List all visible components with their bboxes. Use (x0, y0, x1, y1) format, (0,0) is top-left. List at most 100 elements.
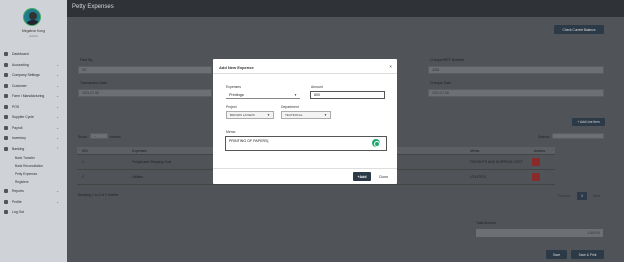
show-label: Show (78, 135, 87, 139)
add-button[interactable]: +Add (353, 172, 371, 181)
chevron-down-icon: ⌄ (56, 62, 59, 67)
next-page-button[interactable]: Next (589, 192, 604, 200)
project-select[interactable]: BROWN LAYERS ▼ (226, 111, 274, 119)
chevron-down-icon: ⌄ (56, 104, 59, 109)
department-select-value: TECHNICAL (285, 113, 303, 117)
close-button[interactable]: Close (375, 172, 392, 181)
sidebar-item-logout[interactable]: Log Out (0, 207, 67, 218)
sidebar-item-label: Profile (12, 199, 22, 204)
chevron-down-icon: ⌄ (94, 134, 97, 138)
save-button[interactable]: Save (546, 250, 567, 259)
cheque-date-field[interactable]: 2021-07-06 (428, 89, 604, 97)
memo-label: Memo (226, 130, 236, 134)
sidebar-item-dashboard[interactable]: Dashboard (0, 49, 67, 60)
delete-icon[interactable] (532, 158, 540, 166)
expenses-label: Expenses (226, 85, 241, 89)
sidebar-item-label: Supplier Cycle (12, 115, 34, 120)
inventory-icon (4, 136, 8, 141)
caret-down-icon: ▼ (324, 113, 327, 117)
sidebar-item-customer[interactable]: Customer ⌄ (0, 81, 67, 92)
total-amount-field: 1,800.00 (476, 229, 603, 237)
farm-icon (4, 94, 8, 99)
chevron-down-icon: ⌄ (56, 83, 59, 88)
entries-select[interactable]: ⌄ (90, 133, 108, 139)
sidebar-item-label: Dashboard (12, 52, 29, 57)
page-1-button[interactable]: 1 (577, 192, 587, 200)
transaction-date-label: Transaction Date (80, 81, 108, 85)
paid-by-field[interactable]: SS (78, 66, 212, 74)
page-title: Petty Expenses (72, 4, 114, 10)
column-header: Actions (534, 148, 546, 153)
column-header[interactable]: Memo (470, 149, 530, 153)
check-balance-button[interactable]: Check Current Balance (554, 25, 604, 34)
chevron-up-icon: ⌃ (56, 146, 59, 151)
column-header[interactable]: Expenses (132, 149, 147, 153)
sidebar-item-label: Payroll (12, 125, 23, 130)
sidebar-item-supplier-cycle[interactable]: Supplier Cycle ⌄ (0, 112, 67, 123)
expenses-select-value: Printings (229, 92, 244, 97)
search-label: Search: (538, 135, 551, 139)
amount-label: Amount (311, 85, 323, 89)
customer-icon (4, 83, 8, 88)
avatar[interactable] (23, 8, 41, 26)
grammarly-icon[interactable] (372, 139, 380, 147)
reports-icon (4, 189, 8, 194)
chevron-down-icon: ⌄ (56, 115, 59, 120)
top-bar (67, 0, 624, 17)
sidebar-subitem-bank-reconciliation[interactable]: Bank Reconciliation (0, 162, 67, 170)
chevron-down-icon: ⌄ (56, 125, 59, 130)
sidebar-item-payroll[interactable]: Payroll ⌄ (0, 123, 67, 134)
total-amount-label: Total Amount (476, 221, 496, 225)
sidebar-item-label: Accounting (12, 62, 29, 67)
close-icon[interactable]: × (389, 64, 392, 69)
table-info: Showing 1 to 2 of 2 entries (78, 193, 119, 197)
project-select-value: BROWN LAYERS (230, 113, 255, 117)
sidebar-subitem-registers[interactable]: Registers (0, 178, 67, 186)
payroll-icon (4, 125, 8, 130)
row-expense: Utilities (132, 175, 143, 179)
modal-title: Add New Expense (219, 65, 254, 70)
search-input[interactable] (552, 133, 604, 139)
expenses-select[interactable]: Printings ▼ (226, 91, 300, 99)
caret-down-icon: ▼ (294, 92, 297, 97)
sidebar-item-label: Banking (12, 146, 25, 151)
row-sn: 2 (82, 175, 84, 179)
save-print-button[interactable]: Save & Print (571, 250, 604, 259)
sidebar-subitem-petty-expenses[interactable]: Petty Expenses (0, 170, 67, 178)
row-memo: FREIGHTS AND SHIPPING COST (470, 160, 523, 164)
delete-icon[interactable] (532, 173, 540, 181)
bank-icon (4, 146, 8, 151)
sidebar-item-reports[interactable]: Reports ⌄ (0, 186, 67, 197)
supplier-icon (4, 115, 8, 120)
sidebar-subitem-bank-transfer[interactable]: Bank Transfer (0, 154, 67, 162)
previous-page-button[interactable]: Previous (554, 192, 574, 200)
caret-down-icon: ▼ (267, 113, 270, 117)
paid-by-label: Paid By (80, 58, 93, 62)
sidebar-item-company-settings[interactable]: Company Settings ⌄ (0, 70, 67, 81)
sidebar-item-accounting[interactable]: Accounting ⌄ (0, 60, 67, 71)
divider (213, 168, 397, 169)
row-sn: 1 (82, 160, 84, 164)
user-name: Megatron Kong (21, 29, 46, 33)
row-memo: UTILITIES (470, 175, 486, 179)
add-line-item-button[interactable]: + Add Line Item (572, 118, 605, 126)
amount-input[interactable]: 800 (310, 91, 385, 99)
pos-icon (4, 104, 8, 109)
sidebar-item-farm[interactable]: Farm / Manufacturing ⌄ (0, 91, 67, 102)
sidebar-item-inventory[interactable]: Inventory ⌄ (0, 133, 67, 144)
logout-icon (4, 210, 8, 215)
sidebar-item-label: Farm / Manufacturing (12, 94, 45, 99)
sidebar-item-label: Log Out (12, 210, 25, 215)
sidebar-item-banking[interactable]: Banking ⌃ (0, 144, 67, 155)
chevron-down-icon: ⌄ (56, 136, 59, 141)
sidebar-item-pos[interactable]: POS ⌄ (0, 102, 67, 113)
department-select[interactable]: TECHNICAL ▼ (281, 111, 331, 119)
sidebar-item-profile[interactable]: Profile ⌄ (0, 197, 67, 208)
transaction-date-field[interactable]: 2021-07-06 (78, 89, 212, 97)
chevron-down-icon: ⌄ (56, 189, 59, 194)
divider (213, 73, 397, 74)
sidebar-item-label: Customer (12, 83, 27, 88)
cheque-number-field[interactable]: 3284 (428, 66, 604, 74)
memo-textarea[interactable]: PRINTING OF PAPERS| (225, 136, 387, 151)
column-header[interactable]: S/N (82, 149, 88, 153)
